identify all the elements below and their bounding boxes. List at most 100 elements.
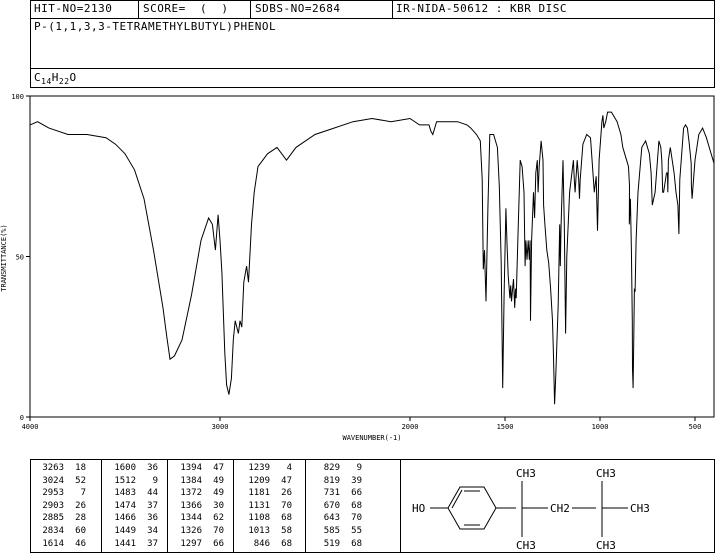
peak-row: 1366 30 [172, 500, 224, 513]
peak-row: 1181 26 [240, 487, 292, 500]
peak-row: 670 68 [310, 500, 362, 513]
peak-wavenumber: 1344 [180, 513, 202, 524]
peak-transmittance: 39 [351, 475, 362, 486]
peak-transmittance: 68 [281, 513, 292, 524]
x-tick-label: 500 [689, 423, 702, 431]
x-tick-label: 2000 [402, 423, 419, 431]
peak-row: 2903 26 [34, 500, 86, 513]
peak-transmittance: 70 [351, 513, 362, 524]
peak-row: 829 9 [310, 462, 362, 475]
peak-wavenumber: 1209 [248, 475, 270, 486]
peak-transmittance: 68 [351, 500, 362, 511]
peak-transmittance: 60 [75, 525, 86, 536]
peak-row: 1394 47 [172, 462, 224, 475]
peak-row: 1466 36 [106, 512, 158, 525]
methyl-label: CH3 [630, 502, 650, 515]
peak-row: 2885 28 [34, 512, 86, 525]
peak-wavenumber: 1600 [114, 463, 136, 473]
peak-row: 1326 70 [172, 525, 224, 538]
x-axis-ticks: 4000 3000 2000 1500 1000 500 [22, 417, 702, 431]
peak-row: 2953 7 [34, 487, 86, 500]
peak-row: 1372 49 [172, 487, 224, 500]
peak-transmittance: 66 [351, 488, 362, 499]
peak-wavenumber: 1614 [42, 538, 64, 549]
peak-wavenumber: 643 [323, 513, 340, 524]
peak-transmittance: 49 [213, 475, 224, 486]
peak-wavenumber: 1483 [114, 488, 136, 499]
peak-row: 519 68 [310, 538, 362, 551]
peak-transmittance: 36 [147, 513, 158, 524]
methylene-label: CH2 [550, 502, 570, 515]
peak-row: 1600 36 [106, 462, 158, 475]
peak-transmittance: 47 [213, 463, 224, 473]
peak-transmittance: 26 [75, 500, 86, 511]
spectrum-line [29, 111, 715, 405]
peak-wavenumber: 1013 [248, 525, 270, 536]
hydroxyl-label: HO [412, 502, 425, 515]
x-tick-label: 1500 [497, 423, 514, 431]
peak-transmittance: 37 [147, 500, 158, 511]
peak-row: 1614 46 [34, 538, 86, 551]
peak-wavenumber: 2885 [42, 513, 64, 524]
peak-row: 3263 18 [34, 462, 86, 475]
y-tick-label: 0 [20, 414, 24, 422]
x-axis-label: WAVENUMBER(-1) [342, 434, 401, 442]
peak-transmittance: 70 [213, 525, 224, 536]
peak-wavenumber: 3263 [42, 463, 64, 473]
peak-wavenumber: 731 [323, 488, 340, 499]
peak-row: 1441 37 [106, 538, 158, 551]
peak-row: 2834 60 [34, 525, 86, 538]
peak-wavenumber: 1449 [114, 525, 136, 536]
peak-transmittance: 68 [281, 538, 292, 549]
y-tick-label: 50 [16, 254, 24, 262]
peak-wavenumber: 1366 [180, 500, 202, 511]
methyl-label: CH3 [516, 539, 536, 552]
peak-wavenumber: 846 [253, 538, 270, 549]
peak-columns: 3263 18 3024 52 2953 7 2903 26 2885 28 2834 60 1614 4… [30, 459, 401, 553]
peak-transmittance: 62 [213, 513, 224, 524]
peak-transmittance: 47 [281, 475, 292, 486]
peak-transmittance: 18 [75, 463, 86, 473]
peak-row: 1384 49 [172, 475, 224, 488]
peak-column: 829 9 819 39 731 66 670 68 643 70 585 55 519 68 [310, 462, 362, 550]
peak-wavenumber: 1512 [114, 475, 136, 486]
peak-transmittance: 44 [147, 488, 158, 499]
peak-transmittance: 7 [80, 488, 86, 499]
methyl-label: CH3 [596, 539, 616, 552]
peak-row: 1344 62 [172, 512, 224, 525]
peak-row: 846 68 [240, 538, 292, 551]
peak-wavenumber: 1108 [248, 513, 270, 524]
peak-transmittance: 49 [213, 488, 224, 499]
peak-row: 1209 47 [240, 475, 292, 488]
peak-wavenumber: 2834 [42, 525, 64, 536]
methyl-label: CH3 [516, 467, 536, 480]
peak-wavenumber: 1384 [180, 475, 202, 486]
y-tick-label: 100 [11, 93, 24, 101]
peak-row: 1013 58 [240, 525, 292, 538]
peak-row: 1239 4 [240, 462, 292, 475]
peak-wavenumber: 829 [323, 463, 340, 473]
methyl-label: CH3 [596, 467, 616, 480]
peak-transmittance: 34 [147, 525, 158, 536]
peak-wavenumber: 1394 [180, 463, 202, 473]
ir-spectrum-chart: 4000 3000 2000 1500 1000 500 0 50 100 TRANSMITT… [0, 93, 715, 442]
peak-transmittance: 30 [213, 500, 224, 511]
peak-row: 731 66 [310, 487, 362, 500]
peak-wavenumber: 1474 [114, 500, 136, 511]
peak-transmittance: 9 [356, 463, 362, 473]
peak-row: 643 70 [310, 512, 362, 525]
peak-row: 819 39 [310, 475, 362, 488]
peak-transmittance: 46 [75, 538, 86, 549]
peak-column: 1239 4 1209 47 1181 26 1131 70 1108 68 1013 58 846 68 [240, 462, 292, 550]
peak-transmittance: 70 [281, 500, 292, 511]
peak-row: 1512 9 [106, 475, 158, 488]
x-tick-label: 1000 [592, 423, 609, 431]
peak-wavenumber: 1372 [180, 488, 202, 499]
peak-transmittance: 28 [75, 513, 86, 524]
y-axis-ticks: 0 50 100 [11, 93, 30, 422]
peak-wavenumber: 1441 [114, 538, 136, 549]
peak-row: 1131 70 [240, 500, 292, 513]
peak-transmittance: 37 [147, 538, 158, 549]
peak-row: 1297 66 [172, 538, 224, 551]
benzene-ring [447, 486, 497, 530]
